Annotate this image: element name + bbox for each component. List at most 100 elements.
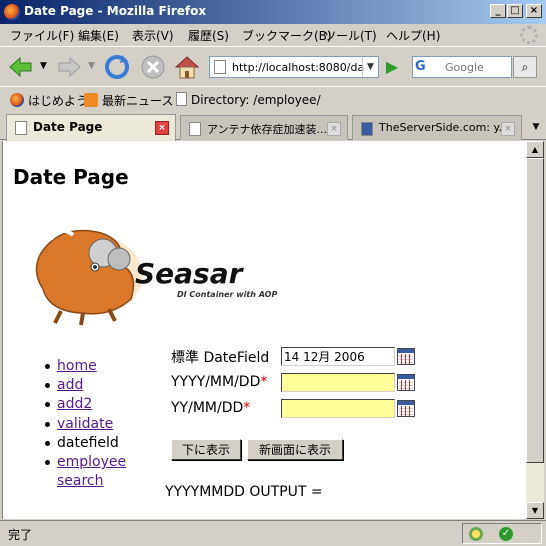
firefox-icon [10, 93, 24, 107]
side-nav: home add add2 validate datefield employe… [43, 357, 126, 491]
firefox-icon [4, 4, 20, 20]
minimize-button[interactable]: _ [490, 4, 506, 18]
home-icon[interactable] [172, 52, 202, 82]
logo-tagline: DI Container with AOP [177, 290, 277, 299]
nav-link-employee[interactable]: employee [57, 454, 126, 470]
nav-item-search-continued[interactable]: search [43, 472, 126, 491]
menu-tools[interactable]: ツール(T) [324, 27, 377, 44]
nav-item-validate[interactable]: validate [43, 415, 126, 434]
close-tab-icon[interactable]: × [501, 122, 515, 136]
menu-history[interactable]: 履歴(S) [188, 27, 229, 44]
nav-text-datefield: datefield [57, 434, 119, 451]
page-icon [176, 92, 187, 106]
google-icon[interactable]: G [415, 59, 441, 75]
bookmark-label: はじめよう [28, 94, 89, 108]
nav-link-search[interactable]: search [57, 473, 104, 489]
tab-label: TheServerSide.com: y... [379, 121, 509, 134]
bookmark-latest-news[interactable]: 最新ニュース [84, 92, 173, 109]
close-tab-icon[interactable]: × [155, 121, 169, 135]
nav-link-home[interactable]: home [57, 358, 97, 374]
menu-edit[interactable]: 編集(E) [78, 27, 119, 44]
required-mark: * [243, 400, 251, 416]
nav-item-employee-search[interactable]: employee [43, 453, 126, 472]
url-input[interactable] [232, 59, 364, 75]
required-mark: * [260, 374, 268, 390]
title-bar: Date Page - Mozilla Firefox _ □ × [0, 0, 546, 24]
yyyy-date-input[interactable] [281, 373, 395, 392]
tab-antenna[interactable]: アンテナ依存症加速装... × [180, 115, 348, 140]
status-panel: ✓ [462, 523, 542, 544]
menu-view[interactable]: 表示(V) [132, 27, 174, 44]
calendar-icon[interactable] [397, 374, 415, 391]
scroll-up-icon[interactable]: ▲ [526, 141, 544, 158]
menu-bar: ファイル(F) 編集(E) 表示(V) 履歴(S) ブックマーク(B) ツール(… [0, 24, 546, 46]
window-title: Date Page - Mozilla Firefox [24, 4, 207, 18]
scroll-down-icon[interactable]: ▼ [526, 502, 544, 519]
label-yy-mm-dd: YY/MM/DD* [171, 400, 250, 416]
nav-item-add2[interactable]: add2 [43, 395, 126, 414]
page-icon [15, 121, 27, 135]
rss-icon [84, 93, 98, 107]
url-bar[interactable]: ▼ [209, 56, 379, 78]
nav-item-add[interactable]: add [43, 376, 126, 395]
status-bar: 完了 ✓ [0, 520, 546, 546]
scrollbar-thumb[interactable] [526, 158, 544, 463]
bookmark-directory[interactable]: Directory: /employee/ [176, 92, 321, 107]
bookmark-label: Directory: /employee/ [191, 93, 321, 107]
nav-link-add[interactable]: add [57, 377, 83, 393]
tab-label: Date Page [33, 120, 103, 134]
vertical-scrollbar[interactable]: ▲ ▼ [526, 141, 544, 519]
tab-bar: Date Page × アンテナ依存症加速装... × TheServerSid… [0, 112, 546, 141]
search-magnifier-icon[interactable]: ⌕ [513, 56, 537, 78]
seasar-logo: Seasar DI Container with AOP [35, 228, 277, 326]
nav-link-add2[interactable]: add2 [57, 396, 92, 412]
navigation-toolbar: ▼ ▼ ▼ ▶ G ⌕ [0, 46, 546, 86]
menu-bookmarks[interactable]: ブックマーク(B) [242, 27, 332, 44]
menu-help[interactable]: ヘルプ(H) [386, 27, 440, 44]
reload-icon[interactable] [102, 52, 132, 82]
calendar-icon[interactable] [397, 348, 415, 365]
go-arrow-icon[interactable]: ▶ [382, 57, 402, 77]
show-new-window-button[interactable]: 新画面に表示 [247, 439, 343, 460]
url-dropdown-icon[interactable]: ▼ [362, 57, 378, 77]
back-arrow-icon[interactable] [6, 52, 36, 82]
label-standard-datefield: 標準 DateField [171, 350, 270, 366]
check-status-icon[interactable]: ✓ [499, 527, 513, 541]
tab-theserverside[interactable]: TheServerSide.com: y... × [352, 115, 522, 140]
bookmarks-toolbar: はじめよう 最新ニュース Directory: /employee/ [0, 86, 546, 112]
yy-date-input[interactable] [281, 399, 395, 418]
throbber-icon [520, 26, 538, 44]
search-input[interactable] [445, 59, 509, 75]
maximize-button[interactable]: □ [507, 4, 523, 18]
tss-icon [361, 122, 373, 136]
show-below-button[interactable]: 下に表示 [171, 439, 241, 460]
page-icon [214, 60, 226, 74]
label-yyyy-mm-dd: YYYY/MM/DD* [171, 374, 267, 390]
forward-dropdown-icon[interactable]: ▼ [88, 61, 95, 71]
bookmark-getting-started[interactable]: はじめよう [10, 92, 88, 109]
close-window-button[interactable]: × [526, 4, 542, 18]
standard-date-input[interactable] [281, 347, 395, 366]
page-icon [189, 122, 201, 136]
search-box[interactable]: G [412, 56, 512, 78]
status-text: 完了 [8, 528, 33, 542]
tab-label: アンテナ依存症加速装... [207, 123, 328, 136]
tab-list-dropdown-icon[interactable]: ▼ [528, 117, 544, 137]
addon-status-icon[interactable] [469, 527, 483, 541]
tab-date-page[interactable]: Date Page × [6, 114, 176, 141]
menu-file[interactable]: ファイル(F) [10, 27, 74, 44]
page-content: Date Page Seasar DI Container with AOP h… [2, 141, 526, 519]
calendar-icon[interactable] [397, 400, 415, 417]
page-title: Date Page [13, 165, 129, 189]
back-dropdown-icon[interactable]: ▼ [40, 61, 47, 71]
label-text: YY/MM/DD [171, 400, 244, 416]
close-tab-icon[interactable]: × [327, 122, 341, 136]
nav-link-validate[interactable]: validate [57, 416, 113, 432]
nav-item-datefield: datefield [43, 434, 126, 453]
output-label: YYYYMMDD OUTPUT = [165, 484, 323, 500]
stop-icon[interactable] [138, 52, 168, 82]
nav-item-home[interactable]: home [43, 357, 126, 376]
forward-arrow-icon[interactable] [54, 52, 84, 82]
bookmark-label: 最新ニュース [102, 94, 174, 108]
label-text: YYYY/MM/DD [171, 374, 261, 390]
